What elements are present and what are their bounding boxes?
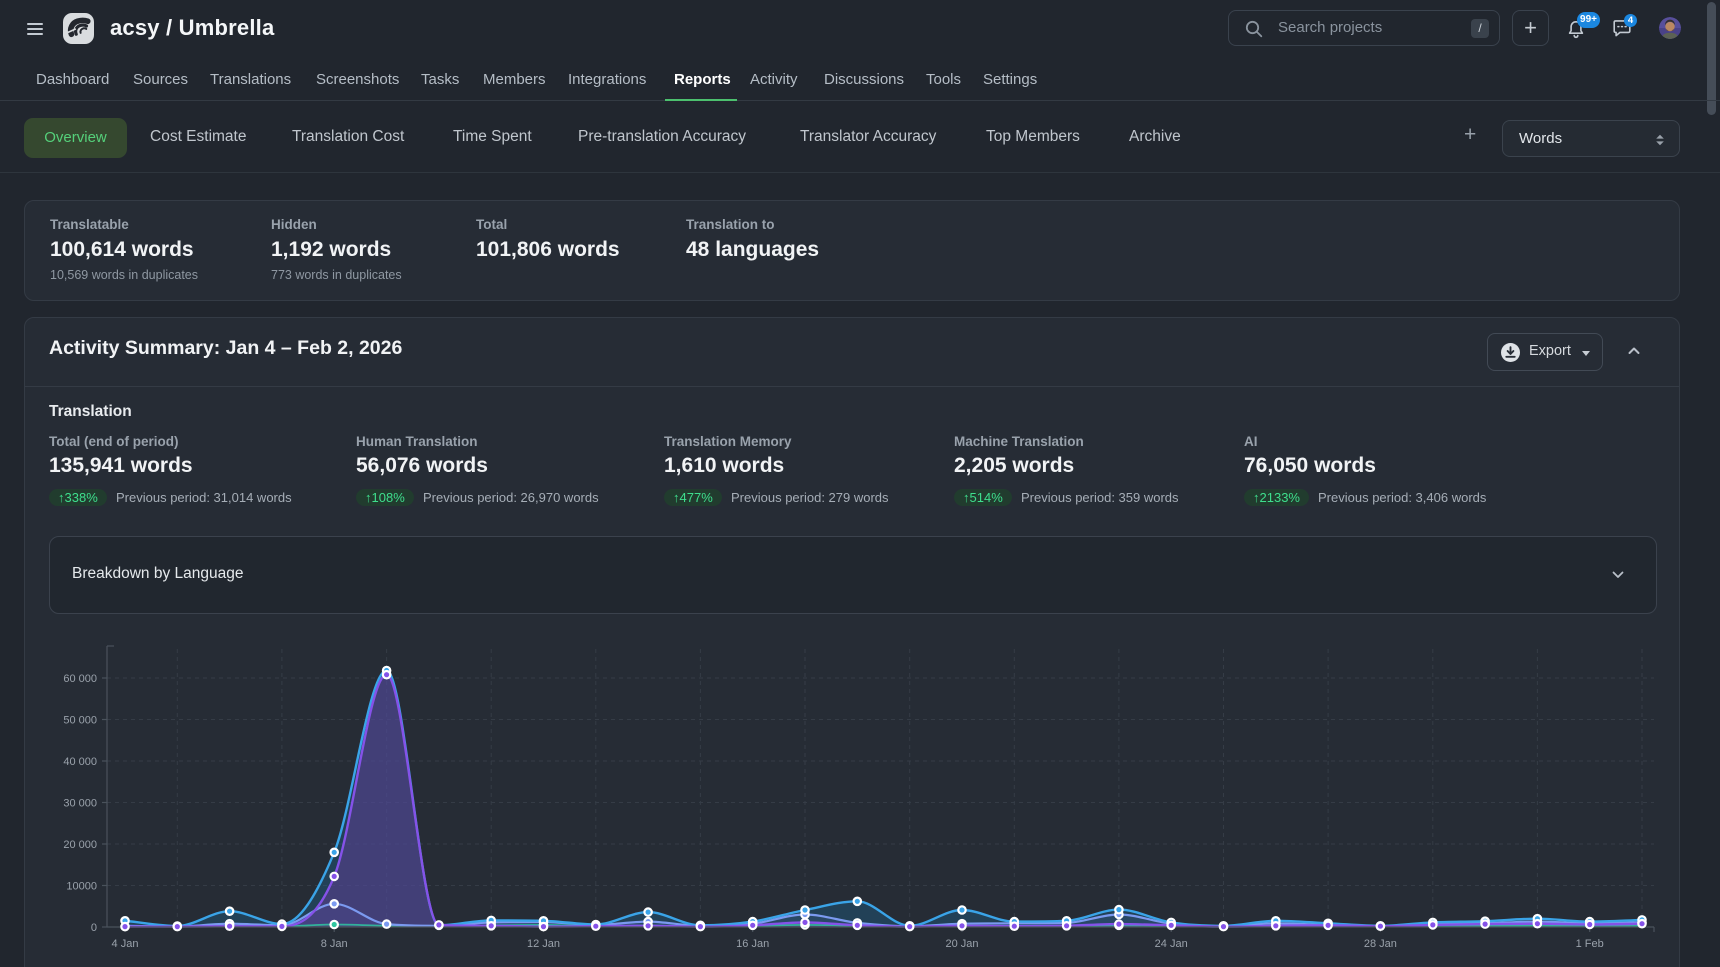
svg-text:20 000: 20 000 [63,839,97,851]
svg-text:60 000: 60 000 [63,673,97,685]
svg-text:28 Jan: 28 Jan [1364,938,1397,950]
svg-text:24 Jan: 24 Jan [1155,938,1188,950]
svg-text:12 Jan: 12 Jan [527,938,560,950]
svg-text:0: 0 [91,922,97,934]
svg-text:20 Jan: 20 Jan [945,938,978,950]
svg-text:4 Jan: 4 Jan [112,938,139,950]
svg-text:10000: 10000 [66,881,97,893]
svg-text:40 000: 40 000 [63,756,97,768]
svg-text:1 Feb: 1 Feb [1576,938,1604,950]
svg-text:16 Jan: 16 Jan [736,938,769,950]
svg-text:50 000: 50 000 [63,715,97,727]
svg-text:30 000: 30 000 [63,798,97,810]
svg-text:8 Jan: 8 Jan [321,938,348,950]
